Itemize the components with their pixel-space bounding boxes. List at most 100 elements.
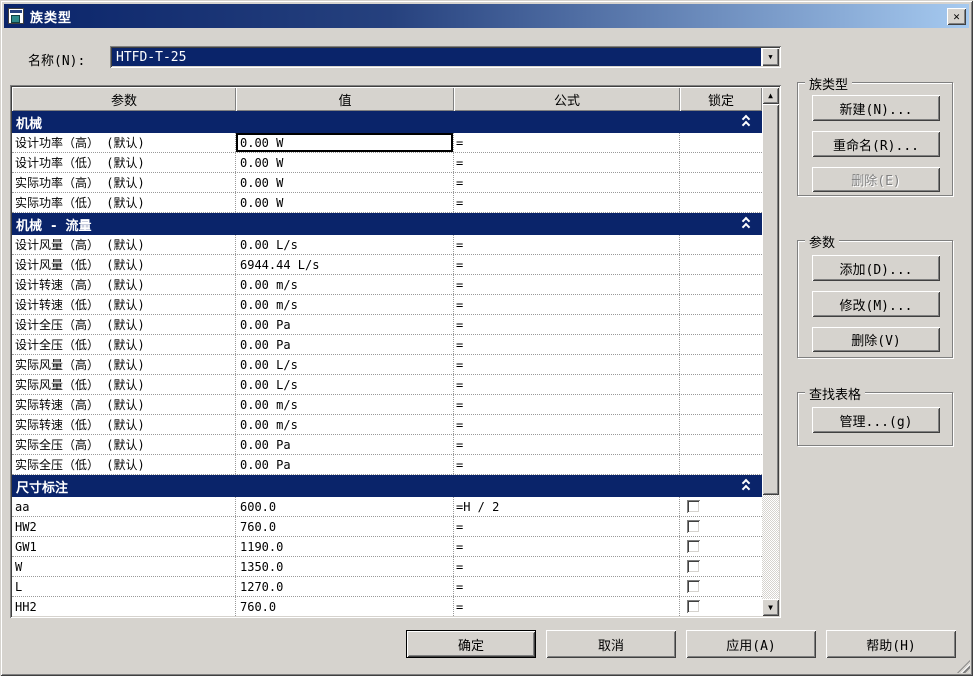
value-cell[interactable]: 0.00 Pa	[236, 435, 454, 454]
help-button[interactable]: 帮助(H)	[826, 630, 956, 658]
value-cell[interactable]: 0.00 m/s	[236, 295, 454, 314]
scrollbar-thumb[interactable]	[762, 104, 779, 495]
param-name-cell: 设计功率（低） (默认)	[12, 153, 236, 172]
formula-cell[interactable]: =	[454, 557, 680, 576]
formula-cell[interactable]: =	[454, 577, 680, 596]
chevron-down-icon[interactable]: ▼	[762, 48, 779, 66]
lock-cell	[680, 235, 762, 254]
value-cell[interactable]: 0.00 W	[236, 153, 454, 172]
parameters-group-title: 参数	[805, 232, 839, 251]
apply-button[interactable]: 应用(A)	[686, 630, 816, 658]
formula-cell[interactable]: =	[454, 335, 680, 354]
table-row: 实际转速（低） (默认) 0.00 m/s =	[12, 415, 762, 435]
family-type-group: 族类型 新建(N)... 重命名(R)... 删除(E)	[797, 82, 953, 196]
param-name-cell: 实际全压（高） (默认)	[12, 435, 236, 454]
name-label: 名称(N):	[28, 50, 85, 69]
formula-cell[interactable]: =	[454, 517, 680, 536]
formula-cell[interactable]: =	[454, 415, 680, 434]
lock-cell	[680, 193, 762, 212]
formula-cell[interactable]: =H / 2	[454, 497, 680, 516]
param-name-cell: 设计全压（高） (默认)	[12, 315, 236, 334]
value-cell[interactable]: 1190.0	[236, 537, 454, 556]
modify-parameter-button[interactable]: 修改(M)...	[812, 291, 940, 317]
formula-cell[interactable]: =	[454, 355, 680, 374]
lock-cell	[680, 133, 762, 152]
formula-cell[interactable]: =	[454, 235, 680, 254]
formula-cell[interactable]: =	[454, 295, 680, 314]
value-cell[interactable]: 0.00 L/s	[236, 375, 454, 394]
formula-cell[interactable]: =	[454, 537, 680, 556]
formula-cell[interactable]: =	[454, 193, 680, 212]
lock-checkbox[interactable]	[687, 560, 700, 573]
value-cell[interactable]: 0.00 m/s	[236, 415, 454, 434]
collapse-chevron-icon[interactable]	[742, 115, 752, 129]
formula-cell[interactable]: =	[454, 455, 680, 474]
scrollbar-track[interactable]	[762, 104, 779, 599]
value-cell[interactable]: 760.0	[236, 597, 454, 616]
type-name-value[interactable]: HTFD-T-25	[112, 48, 761, 66]
value-cell[interactable]: 0.00 W	[236, 133, 454, 152]
value-cell[interactable]: 0.00 Pa	[236, 335, 454, 354]
delete-parameter-button[interactable]: 删除(V)	[812, 327, 940, 352]
table-row: 实际风量（低） (默认) 0.00 L/s =	[12, 375, 762, 395]
formula-cell[interactable]: =	[454, 375, 680, 394]
manage-lookup-button[interactable]: 管理...(g)	[812, 407, 940, 433]
formula-cell[interactable]: =	[454, 255, 680, 274]
close-button[interactable]: ✕	[947, 8, 966, 25]
lookup-tables-group-title: 查找表格	[805, 384, 865, 403]
collapse-chevron-icon[interactable]	[742, 479, 752, 493]
scroll-up-icon[interactable]: ▲	[762, 87, 779, 104]
value-cell[interactable]: 1270.0	[236, 577, 454, 596]
value-cell[interactable]: 0.00 m/s	[236, 395, 454, 414]
type-name-combobox[interactable]: HTFD-T-25 ▼	[110, 46, 781, 68]
value-cell[interactable]: 0.00 Pa	[236, 455, 454, 474]
lock-cell	[680, 577, 762, 596]
value-cell[interactable]: 0.00 L/s	[236, 355, 454, 374]
param-name-cell: 设计转速（低） (默认)	[12, 295, 236, 314]
value-cell[interactable]: 0.00 W	[236, 173, 454, 192]
param-name-cell: 实际全压（低） (默认)	[12, 455, 236, 474]
add-parameter-button[interactable]: 添加(D)...	[812, 255, 940, 281]
formula-cell[interactable]: =	[454, 275, 680, 294]
title-bar[interactable]: 族类型 ✕	[4, 4, 969, 28]
delete-type-button[interactable]: 删除(E)	[812, 167, 940, 192]
value-cell[interactable]: 600.0	[236, 497, 454, 516]
param-name-cell: 实际转速（高） (默认)	[12, 395, 236, 414]
collapse-chevron-icon[interactable]	[742, 217, 752, 231]
resize-grip[interactable]	[957, 660, 970, 673]
table-row: 实际转速（高） (默认) 0.00 m/s =	[12, 395, 762, 415]
lock-cell	[680, 395, 762, 414]
ok-button[interactable]: 确定	[406, 630, 536, 658]
value-cell[interactable]: 0.00 Pa	[236, 315, 454, 334]
formula-cell[interactable]: =	[454, 315, 680, 334]
lock-checkbox[interactable]	[687, 600, 700, 613]
scroll-down-icon[interactable]: ▼	[762, 599, 779, 616]
new-type-button[interactable]: 新建(N)...	[812, 95, 940, 121]
lock-checkbox[interactable]	[687, 540, 700, 553]
lookup-tables-group: 查找表格 管理...(g)	[797, 392, 953, 446]
formula-cell[interactable]: =	[454, 153, 680, 172]
value-cell[interactable]: 0.00 m/s	[236, 275, 454, 294]
formula-cell[interactable]: =	[454, 395, 680, 414]
cancel-button[interactable]: 取消	[546, 630, 676, 658]
formula-cell[interactable]: =	[454, 133, 680, 152]
param-name-cell: HH2	[12, 597, 236, 616]
section-header[interactable]: 尺寸标注	[12, 475, 762, 497]
section-title: 机械 - 流量	[16, 215, 91, 234]
section-header[interactable]: 机械	[12, 111, 762, 133]
formula-cell[interactable]: =	[454, 173, 680, 192]
value-cell[interactable]: 1350.0	[236, 557, 454, 576]
lock-checkbox[interactable]	[687, 500, 700, 513]
formula-cell[interactable]: =	[454, 435, 680, 454]
lock-cell	[680, 497, 762, 516]
section-header[interactable]: 机械 - 流量	[12, 213, 762, 235]
value-cell[interactable]: 0.00 L/s	[236, 235, 454, 254]
vertical-scrollbar[interactable]: ▲ ▼	[762, 87, 779, 616]
rename-type-button[interactable]: 重命名(R)...	[812, 131, 940, 157]
formula-cell[interactable]: =	[454, 597, 680, 616]
lock-checkbox[interactable]	[687, 520, 700, 533]
lock-checkbox[interactable]	[687, 580, 700, 593]
value-cell[interactable]: 0.00 W	[236, 193, 454, 212]
value-cell[interactable]: 760.0	[236, 517, 454, 536]
value-cell[interactable]: 6944.44 L/s	[236, 255, 454, 274]
